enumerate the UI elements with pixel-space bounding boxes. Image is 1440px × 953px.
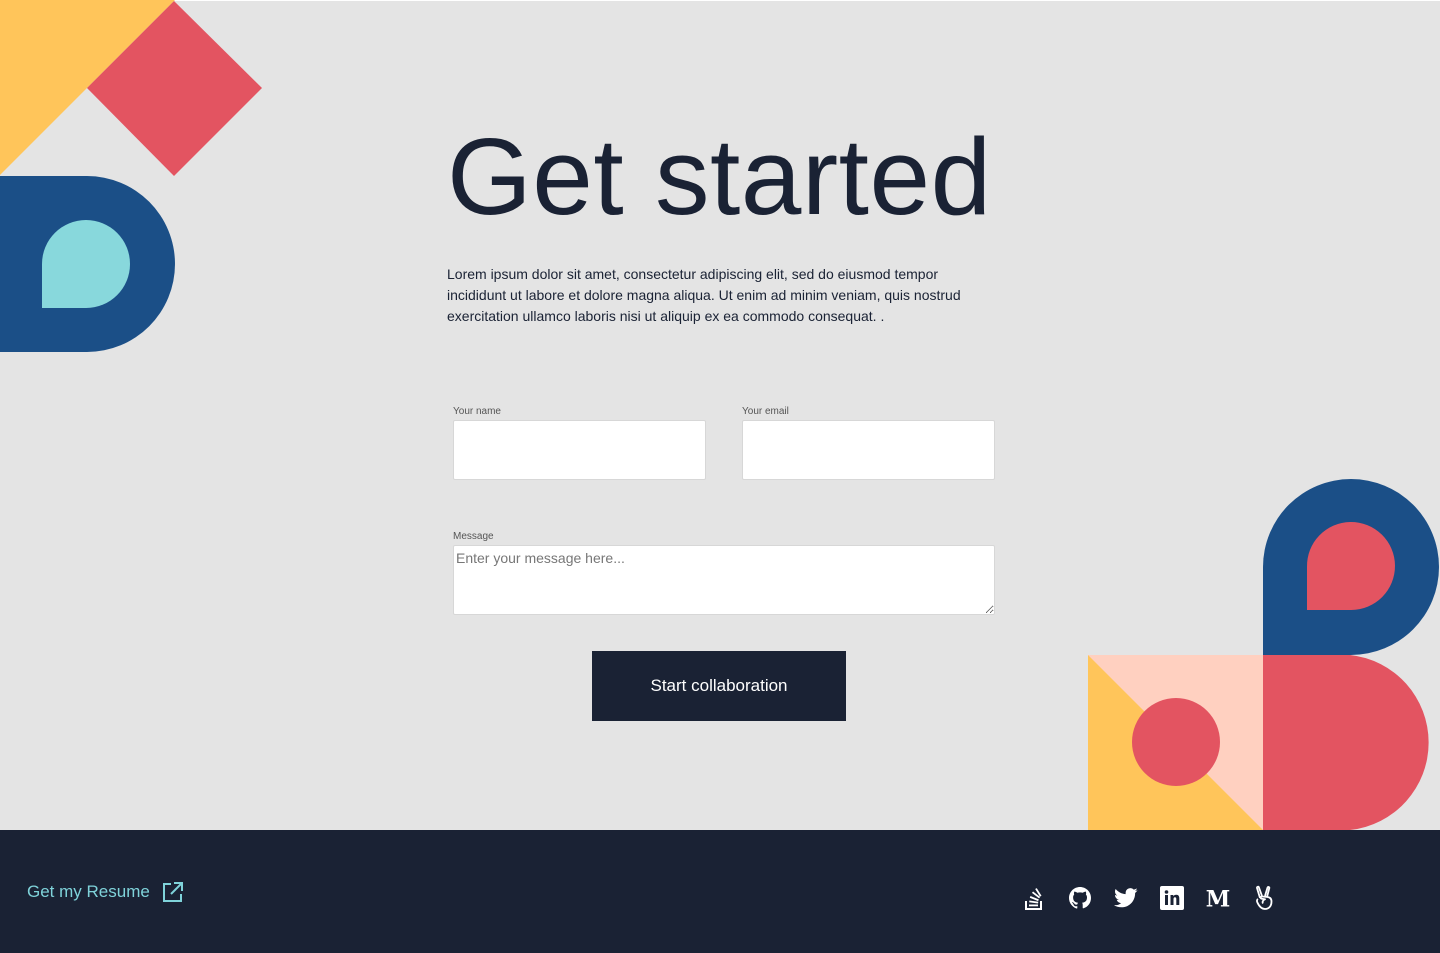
message-field[interactable] [453,545,995,615]
linkedin-icon[interactable] [1160,884,1184,912]
stackoverflow-icon[interactable] [1022,884,1046,912]
external-link-icon [161,880,185,904]
medium-icon[interactable]: M [1206,884,1230,912]
github-icon[interactable] [1068,884,1092,912]
resume-link-label: Get my Resume [27,882,150,901]
page-title: Get started [447,116,992,238]
social-links: M [1022,884,1276,912]
email-label: Your email [742,406,789,417]
start-collaboration-button[interactable]: Start collaboration [592,651,846,721]
resume-link[interactable]: Get my Resume [27,880,185,904]
svg-text:M: M [1206,887,1230,909]
decorative-shapes-top-left [0,0,262,352]
name-field[interactable] [453,420,706,480]
decorative-shapes-bottom-right [1088,479,1439,830]
name-label: Your name [453,406,501,417]
twitter-icon[interactable] [1114,884,1138,912]
angellist-icon[interactable] [1252,884,1276,912]
intro-text: Lorem ipsum dolor sit amet, consectetur … [447,266,961,324]
email-field[interactable] [742,420,995,480]
message-label: Message [453,531,494,542]
